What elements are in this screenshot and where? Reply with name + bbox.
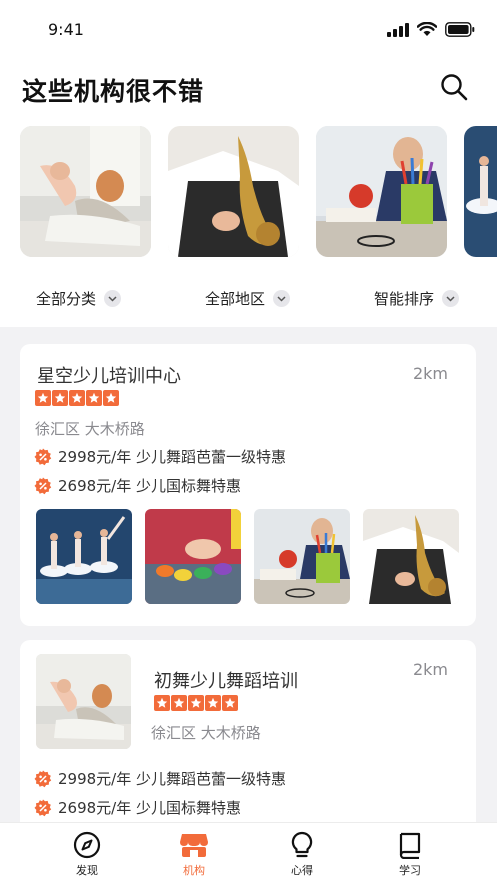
discount-badge-icon [34,770,52,787]
status-bar: 9:41 [0,0,497,60]
listing-cover-photo[interactable] [36,654,131,749]
ballet-image [464,126,497,257]
saxophone-image [168,126,299,257]
signal-icon [387,22,409,37]
listing-photo[interactable] [145,509,241,604]
offer-text: 2998元/年 少儿舞蹈芭蕾一级特惠 [58,770,286,788]
filter-category[interactable]: 全部分类 [36,288,122,309]
search-icon[interactable] [440,73,468,101]
store-icon [180,834,208,857]
ballet-photo [36,509,132,604]
listing-photo[interactable] [254,509,350,604]
top-section: 9:41 这些机构很不错 全部分类 全部地区 智能排序 [0,0,497,327]
listing-photo[interactable] [363,509,459,604]
page-title: 这些机构很不错 [22,77,205,106]
star-icon [222,695,238,711]
discount-badge-icon [34,448,52,465]
tab-label: 学习 [399,864,421,877]
clay-play-photo [145,509,241,604]
star-icon [52,390,68,406]
star-icon [154,695,170,711]
discount-badge-icon [34,799,52,816]
star-icon [103,390,119,406]
filter-region-label: 全部地区 [205,290,266,308]
book-icon [399,832,421,859]
discount-badge-icon [34,477,52,494]
offer-item[interactable]: 2698元/年 少儿国标舞特惠 [34,797,241,818]
filter-bar: 全部分类 全部地区 智能排序 [0,288,497,316]
listing-card[interactable]: 星空少儿培训中心 2km 徐汇区 大木桥路 2998元/年 少儿舞蹈芭蕾一级特惠… [20,344,476,626]
carousel-item-saxophone[interactable] [168,126,299,257]
offer-item[interactable]: 2698元/年 少儿国标舞特惠 [34,475,241,496]
filter-category-label: 全部分类 [36,290,97,308]
rating-stars [154,695,238,711]
listing-card[interactable]: 初舞少儿舞蹈培训 2km 徐汇区 大木桥路 2998元/年 少儿舞蹈芭蕾一级特惠… [20,640,476,840]
offer-item[interactable]: 2998元/年 少儿舞蹈芭蕾一级特惠 [34,768,286,789]
filter-sort[interactable]: 智能排序 [374,288,460,309]
listing-distance: 2km [412,364,448,383]
offer-text: 2998元/年 少儿舞蹈芭蕾一级特惠 [58,448,286,466]
chevron-down-icon [104,290,122,307]
status-time: 9:41 [48,20,84,39]
star-icon [86,390,102,406]
star-icon [35,390,51,406]
tab-institutions[interactable]: 机构 [164,831,224,878]
listing-name: 星空少儿培训中心 [37,366,181,387]
featured-carousel[interactable] [20,126,497,258]
bottom-tab-bar: 发现 机构 心得 学习 [0,822,497,883]
filter-sort-label: 智能排序 [374,290,435,308]
listing-photo[interactable] [36,509,132,604]
chevron-down-icon [442,290,460,307]
star-icon [205,695,221,711]
battery-icon [445,22,475,37]
carousel-item-boy-pencils[interactable] [316,126,447,257]
tab-label: 发现 [76,864,98,877]
star-icon [69,390,85,406]
offer-item[interactable]: 2998元/年 少儿舞蹈芭蕾一级特惠 [34,446,286,467]
listing-name: 初舞少儿舞蹈培训 [154,671,298,692]
boy-pencils-image [316,126,447,257]
mother-child-image [20,126,151,257]
status-icons [387,22,475,37]
carousel-item-ballet[interactable] [464,126,497,257]
offer-text: 2698元/年 少儿国标舞特惠 [58,477,241,495]
filter-region[interactable]: 全部地区 [205,288,291,309]
mother-child-photo [36,654,131,749]
star-icon [188,695,204,711]
lightbulb-icon [291,831,313,858]
wifi-icon [417,22,437,36]
rating-stars [35,390,119,406]
compass-icon [73,831,101,859]
tab-study[interactable]: 学习 [380,831,440,878]
tab-discover[interactable]: 发现 [57,831,117,878]
listing-distance: 2km [412,660,448,679]
listing-address: 徐汇区 大木桥路 [35,420,145,438]
star-icon [171,695,187,711]
listing-address: 徐汇区 大木桥路 [151,724,261,742]
offer-text: 2698元/年 少儿国标舞特惠 [58,799,241,817]
chevron-down-icon [273,290,291,307]
tab-insights[interactable]: 心得 [272,831,332,878]
saxophone-photo [363,509,459,604]
carousel-item-mother-child[interactable] [20,126,151,257]
boy-pencils-photo [254,509,350,604]
